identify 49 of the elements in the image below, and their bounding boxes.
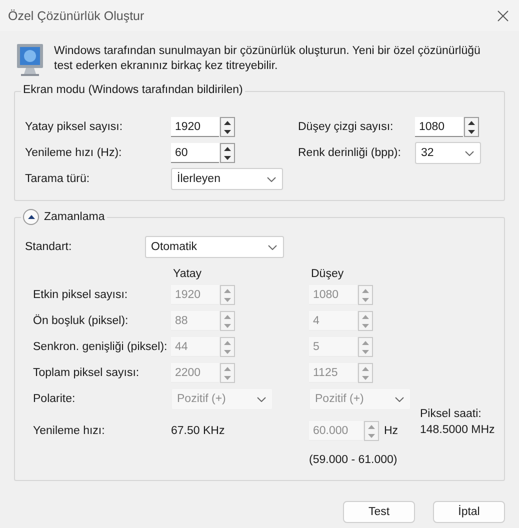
field-label: Senkron. genişliği (piksel): — [32, 341, 168, 353]
number-field[interactable]: 1080 — [415, 117, 463, 137]
up-arrow-icon[interactable] — [468, 120, 475, 124]
field-label: Renk derinliği (bpp): — [298, 147, 402, 159]
number-field[interactable]: 60 — [171, 143, 219, 163]
close-icon[interactable] — [497, 10, 509, 22]
field-label: Ön boşluk (piksel): — [32, 315, 130, 327]
field-label: Tarama türü: — [25, 173, 91, 185]
intro-text: Windows tarafından sunulmayan bir çözünürlük oluşturun. Yeni bir özel çözünürlüğü test ederken ekranınız birkaç kez titreyebilir. — [54, 44, 482, 74]
test-button[interactable]: Test — [343, 501, 415, 523]
collapse-button[interactable] — [23, 209, 39, 225]
horizontal-frequency: 67.50 KHz — [171, 425, 226, 437]
dropdown[interactable]: 32 — [415, 142, 481, 164]
down-arrow-icon[interactable] — [468, 130, 475, 134]
up-arrow-icon[interactable] — [224, 146, 231, 150]
column-heading: Düşey — [310, 268, 345, 280]
up-arrow-icon[interactable] — [224, 120, 231, 124]
group-title: Ekran modu (Windows tarafından bildirilen) — [21, 84, 245, 96]
spin-buttons[interactable] — [464, 117, 479, 137]
field-label: Standart: — [25, 241, 73, 253]
cancel-button[interactable]: İptal — [433, 501, 505, 523]
spin-buttons[interactable] — [220, 117, 235, 137]
field-label: Etkin piksel sayısı: — [32, 289, 129, 301]
down-arrow-icon[interactable] — [224, 130, 231, 134]
field-label: Yatay piksel sayısı: — [25, 121, 124, 133]
range-text: (59.000 - 61.000) — [309, 454, 398, 466]
monitor-icon — [16, 43, 44, 77]
field-label: Toplam piksel sayısı: — [32, 367, 140, 379]
unit-label: Hz — [384, 425, 398, 437]
window-title: Özel Çözünürlük Oluştur — [8, 8, 144, 22]
field-label: Yenileme hızı (Hz): — [25, 147, 123, 159]
chevron-down-icon — [465, 150, 474, 156]
dropdown[interactable]: Otomatik — [145, 236, 284, 258]
group-title: Zamanlama — [44, 211, 105, 223]
field-label: Yenileme hızı: — [32, 425, 106, 437]
chevron-down-icon — [267, 176, 276, 182]
pixel-clock-label: Piksel saati: — [420, 408, 482, 420]
up-triangle-icon — [28, 215, 34, 219]
field-label: Polarite: — [32, 393, 76, 405]
number-field[interactable]: 1920 — [171, 117, 219, 137]
chevron-down-icon — [257, 396, 266, 402]
chevron-down-icon — [395, 396, 404, 402]
pixel-clock-value: 148.5000 MHz — [420, 424, 496, 436]
chevron-down-icon — [268, 244, 277, 250]
dropdown[interactable]: İlerleyen — [171, 168, 283, 190]
down-arrow-icon[interactable] — [224, 156, 231, 160]
spin-buttons[interactable] — [220, 143, 235, 163]
column-heading: Yatay — [172, 268, 203, 280]
field-label: Düşey çizgi sayısı: — [298, 121, 394, 133]
